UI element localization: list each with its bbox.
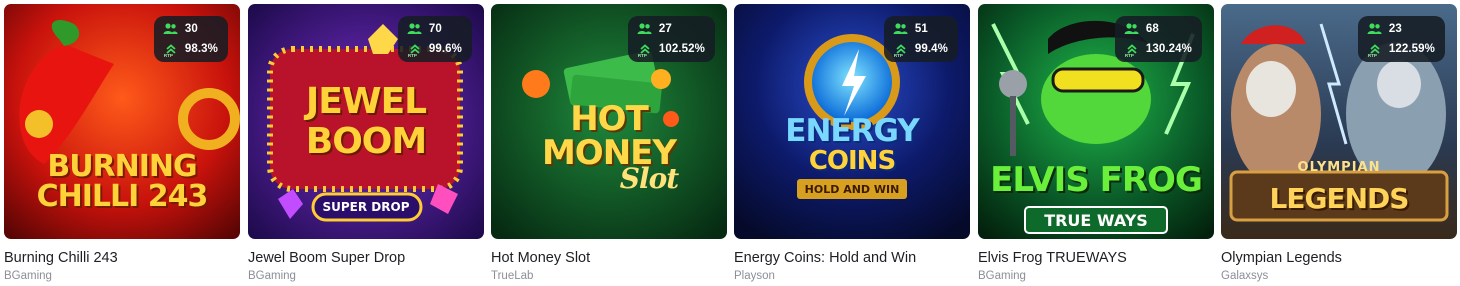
rtp-arrow-icon: RTP [1367,41,1383,58]
game-card-elvis-frog-trueways[interactable]: ELVIS FROG TRUE WAYS 68 RTP 130.24% Elvi… [978,4,1214,283]
players-count: 68 [1145,23,1159,35]
players-count: 30 [184,23,198,35]
game-logo-text: HOT MONEY [541,99,677,173]
rtp-row: RTP 99.4% [893,41,948,58]
rtp-arrow-icon: RTP [637,41,653,58]
game-title[interactable]: Olympian Legends [1221,250,1457,267]
game-provider[interactable]: BGaming [4,269,240,283]
game-card-energy-coins[interactable]: ENERGY COINS HOLD AND WIN 51 RTP 99.4% E… [734,4,970,283]
players-icon [637,21,653,37]
game-title[interactable]: Burning Chilli 243 [4,250,240,267]
game-logo-subtext: HOLD AND WIN [804,183,900,196]
live-stats-badge: 30 RTP 98.3% [153,16,228,62]
live-stats-badge: 70 RTP 99.6% [397,16,472,62]
rtp-value: 99.6% [428,43,462,55]
game-title[interactable]: Hot Money Slot [491,250,727,267]
rtp-row: RTP 99.6% [407,41,462,58]
game-logo-subtext: Slot [619,162,679,195]
rtp-row: RTP 98.3% [163,41,218,58]
players-icon [407,21,423,37]
game-logo-subtext: OLYMPIAN [1297,160,1381,175]
live-stats-badge: 23 RTP 122.59% [1357,16,1445,62]
game-thumbnail[interactable]: JEWEL BOOM SUPER DROP 70 RTP 99.6% [248,4,484,239]
game-title[interactable]: Elvis Frog TRUEWAYS [978,250,1214,267]
rtp-row: RTP 130.24% [1124,41,1192,58]
game-logo-subtext: SUPER DROP [322,200,410,214]
rtp-row: RTP 102.52% [637,41,705,58]
game-thumbnail[interactable]: ENERGY COINS HOLD AND WIN 51 RTP 99.4% [734,4,970,239]
game-card-olympian-legends[interactable]: OLYMPIAN LEGENDS 23 RTP 122.59% Olympian… [1221,4,1457,283]
players-row: 68 [1124,21,1192,37]
game-logo-subtext: TRUE WAYS [1044,211,1148,230]
game-logo-text: JEWEL BOOM [305,81,427,162]
game-provider[interactable]: Galaxsys [1221,269,1457,283]
players-row: 23 [1367,21,1435,37]
players-row: 27 [637,21,705,37]
game-provider[interactable]: BGaming [248,269,484,283]
rtp-arrow-icon: RTP [1124,41,1140,58]
game-logo-text: ENERGY COINS [785,113,919,177]
rtp-arrow-icon: RTP [407,41,423,58]
players-row: 30 [163,21,218,37]
game-thumbnail[interactable]: HOT MONEY Slot 27 RTP 102.52% [491,4,727,239]
players-count: 27 [658,23,672,35]
game-thumbnail[interactable]: OLYMPIAN LEGENDS 23 RTP 122.59% [1221,4,1457,239]
game-title[interactable]: Jewel Boom Super Drop [248,250,484,267]
rtp-value: 122.59% [1388,43,1435,55]
players-row: 51 [893,21,948,37]
rtp-arrow-icon: RTP [163,41,179,58]
game-card-hot-money-slot[interactable]: HOT MONEY Slot 27 RTP 102.52% Hot Money … [491,4,727,283]
players-icon [1124,21,1140,37]
game-logo-text: LEGENDS [1269,182,1410,215]
live-stats-badge: 68 RTP 130.24% [1114,16,1202,62]
game-logo-text: BURNING CHILLI 243 [36,149,209,214]
rtp-value: 130.24% [1145,43,1192,55]
players-icon [1367,21,1383,37]
rtp-value: 99.4% [914,43,948,55]
game-provider[interactable]: Playson [734,269,970,283]
live-stats-badge: 27 RTP 102.52% [627,16,715,62]
players-count: 23 [1388,23,1402,35]
rtp-row: RTP 122.59% [1367,41,1435,58]
game-card-jewel-boom-super-drop[interactable]: JEWEL BOOM SUPER DROP 70 RTP 99.6% Jewel… [248,4,484,283]
players-icon [163,21,179,37]
rtp-arrow-icon: RTP [893,41,909,58]
live-stats-badge: 51 RTP 99.4% [883,16,958,62]
rtp-value: 98.3% [184,43,218,55]
game-carousel-row: BURNING CHILLI 243 30 RTP 98.3% Burning … [0,0,1460,286]
rtp-value: 102.52% [658,43,705,55]
players-count: 70 [428,23,442,35]
game-provider[interactable]: TrueLab [491,269,727,283]
game-title[interactable]: Energy Coins: Hold and Win [734,250,970,267]
game-card-burning-chilli-243[interactable]: BURNING CHILLI 243 30 RTP 98.3% Burning … [4,4,240,283]
game-provider[interactable]: BGaming [978,269,1214,283]
players-count: 51 [914,23,928,35]
players-row: 70 [407,21,462,37]
game-logo-text: ELVIS FROG [990,160,1203,200]
game-thumbnail[interactable]: BURNING CHILLI 243 30 RTP 98.3% [4,4,240,239]
game-thumbnail[interactable]: ELVIS FROG TRUE WAYS 68 RTP 130.24% [978,4,1214,239]
players-icon [893,21,909,37]
